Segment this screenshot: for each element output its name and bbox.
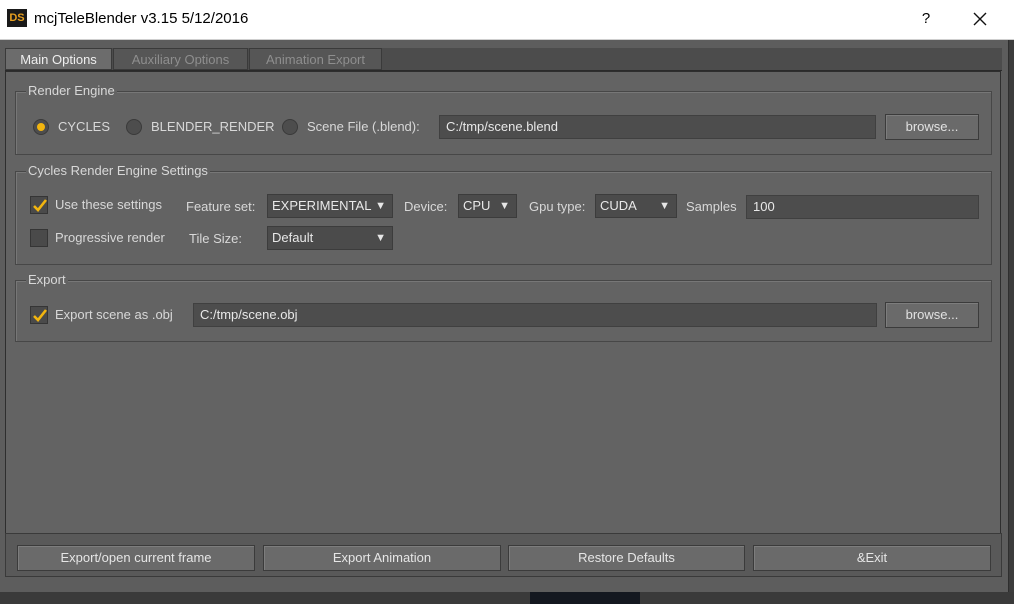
main-options-panel: Render Engine CYCLES BLENDER_RENDER Scen… — [5, 71, 1001, 562]
browse-blend-button[interactable]: browse... — [885, 114, 979, 140]
tile-size-label: Tile Size: — [189, 231, 242, 246]
render-engine-group: Render Engine CYCLES BLENDER_RENDER Scen… — [15, 83, 992, 155]
chevron-down-icon: ▼ — [375, 232, 386, 244]
chevron-down-icon: ▼ — [659, 200, 670, 212]
checkmark-icon — [33, 199, 48, 212]
tile-size-value: Default — [272, 230, 314, 245]
export-animation-button[interactable]: Export Animation — [263, 545, 501, 571]
gpu-type-label: Gpu type: — [529, 199, 586, 214]
obj-path-input[interactable]: C:/tmp/scene.obj — [193, 303, 877, 327]
use-settings-label: Use these settings — [55, 197, 162, 212]
chevron-down-icon: ▼ — [375, 200, 386, 212]
tab-bar: Main Options Auxiliary Options Animation… — [5, 48, 1002, 71]
export-current-frame-button[interactable]: Export/open current frame — [17, 545, 255, 571]
scene-file-input[interactable]: C:/tmp/scene.blend — [439, 115, 876, 139]
radio-cycles[interactable] — [33, 119, 49, 135]
radio-scene-file[interactable] — [282, 119, 298, 135]
device-dropdown[interactable]: CPU ▼ — [458, 194, 517, 218]
progressive-render-label: Progressive render — [55, 230, 165, 245]
feature-set-value: EXPERIMENTAL — [272, 198, 372, 213]
gpu-type-value: CUDA — [600, 198, 637, 213]
radio-scene-file-label: Scene File (.blend): — [307, 119, 420, 134]
progressive-render-checkbox[interactable] — [30, 229, 48, 247]
title-bar: DS mcjTeleBlender v3.15 5/12/2016 ? — [0, 0, 1014, 40]
background-figure — [530, 592, 640, 604]
checkmark-icon — [33, 309, 48, 322]
cycles-settings-title: Cycles Render Engine Settings — [26, 163, 210, 178]
radio-blender-render[interactable] — [126, 119, 142, 135]
browse-obj-button[interactable]: browse... — [885, 302, 979, 328]
chevron-down-icon: ▼ — [499, 200, 510, 212]
samples-label: Samples — [686, 199, 737, 214]
feature-set-label: Feature set: — [186, 199, 256, 214]
export-title: Export — [26, 272, 68, 287]
cycles-settings-group: Cycles Render Engine Settings Use these … — [15, 163, 992, 265]
tile-size-dropdown[interactable]: Default ▼ — [267, 226, 393, 250]
use-settings-checkbox[interactable] — [30, 196, 48, 214]
background-viewport — [0, 592, 1014, 604]
tab-auxiliary-options[interactable]: Auxiliary Options — [113, 48, 248, 70]
render-engine-title: Render Engine — [26, 83, 117, 98]
export-group: Export Export scene as .obj C:/tmp/scene… — [15, 272, 992, 342]
tab-main-options[interactable]: Main Options — [5, 48, 112, 70]
feature-set-dropdown[interactable]: EXPERIMENTAL ▼ — [267, 194, 393, 218]
exit-button[interactable]: &Exit — [753, 545, 991, 571]
close-window-button[interactable] — [962, 5, 998, 33]
radio-cycles-label: CYCLES — [58, 119, 111, 134]
gpu-type-dropdown[interactable]: CUDA ▼ — [595, 194, 677, 218]
samples-input[interactable]: 100 — [746, 195, 979, 219]
radio-blender-render-label: BLENDER_RENDER — [151, 119, 275, 134]
app-logo-icon: DS — [7, 9, 27, 27]
dialog-window: Main Options Auxiliary Options Animation… — [0, 40, 1009, 592]
close-icon — [973, 12, 987, 26]
bottom-button-bar: Export/open current frame Export Animati… — [5, 533, 1002, 577]
tab-animation-export[interactable]: Animation Export — [249, 48, 382, 70]
restore-defaults-button[interactable]: Restore Defaults — [508, 545, 745, 571]
export-obj-checkbox[interactable] — [30, 306, 48, 324]
device-label: Device: — [404, 199, 448, 214]
export-obj-label: Export scene as .obj — [55, 307, 173, 322]
help-button[interactable]: ? — [912, 5, 940, 33]
window-title: mcjTeleBlender v3.15 5/12/2016 — [34, 10, 249, 27]
device-value: CPU — [463, 198, 491, 213]
